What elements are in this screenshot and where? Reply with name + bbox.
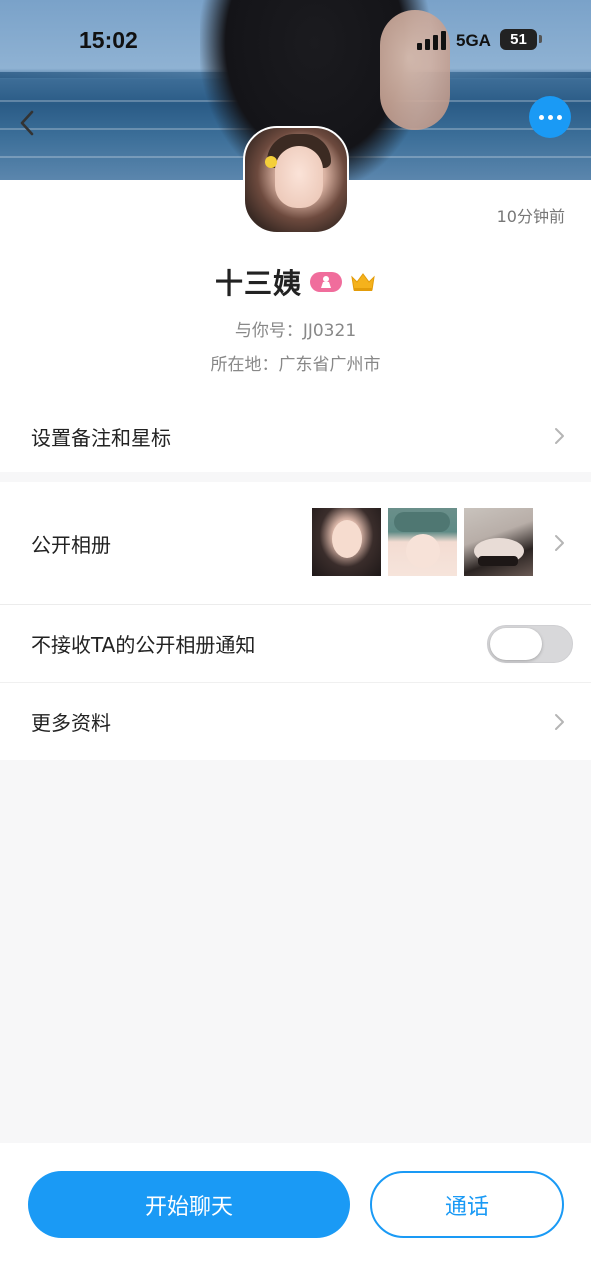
- chevron-right-icon: [555, 713, 564, 730]
- bottom-action-bar: 开始聊天 通话: [0, 1143, 591, 1280]
- battery-nub: [539, 35, 542, 43]
- user-name: 十三姨: [214, 267, 302, 300]
- back-button[interactable]: [14, 106, 44, 140]
- avatar-flower: [265, 156, 277, 168]
- more-info-label: 更多资料: [31, 711, 111, 735]
- chevron-right-icon: [555, 428, 564, 444]
- gender-badge: [310, 272, 342, 292]
- profile-page: 15:02 5GA 51 10分钟前 十三姨 与你号：JJ0321 所在地：广东…: [0, 0, 591, 1280]
- thumb-face: [332, 520, 362, 558]
- avatar-face: [275, 146, 323, 208]
- female-icon: [321, 276, 331, 288]
- location-line: 所在地：广东省广州市: [210, 355, 381, 375]
- album-notify-toggle[interactable]: [487, 624, 573, 663]
- thumb-face: [406, 534, 440, 568]
- last-seen-text: 10分钟前: [496, 207, 565, 226]
- remark-star-row[interactable]: 设置备注和星标: [0, 400, 591, 472]
- battery-icon: 51: [500, 29, 537, 50]
- more-options-button[interactable]: [529, 96, 571, 138]
- album-notify-label: 不接收TA的公开相册通知: [31, 633, 256, 657]
- album-thumbnail[interactable]: [312, 508, 381, 576]
- cover-figure-arm: [380, 10, 450, 130]
- album-thumbnails: [312, 508, 533, 576]
- album-notify-row: 不接收TA的公开相册通知: [0, 604, 591, 682]
- user-id-line: 与你号：JJ0321: [234, 321, 357, 341]
- thumb-figure-dark: [478, 556, 518, 566]
- album-thumbnail[interactable]: [388, 508, 457, 576]
- start-chat-button[interactable]: 开始聊天: [28, 1171, 350, 1238]
- toggle-knob: [490, 627, 542, 660]
- status-time: 15:02: [79, 27, 138, 53]
- more-info-row[interactable]: 更多资料: [0, 682, 591, 760]
- signal-icon: [417, 30, 449, 50]
- remark-star-label: 设置备注和星标: [31, 425, 171, 450]
- network-type: 5GA: [456, 31, 491, 50]
- public-album-row[interactable]: 公开相册: [0, 482, 591, 604]
- album-thumbnail[interactable]: [464, 508, 533, 576]
- more-dot-icon: [556, 114, 562, 120]
- chevron-right-icon: [555, 535, 564, 551]
- avatar[interactable]: [243, 126, 349, 234]
- crown-icon: [351, 273, 375, 291]
- call-button[interactable]: 通话: [370, 1171, 564, 1238]
- thumb-cap: [394, 512, 450, 532]
- name-row: 十三姨: [0, 262, 591, 302]
- chevron-left-icon: [20, 110, 34, 136]
- more-dot-icon: [547, 114, 553, 120]
- more-dot-icon: [538, 114, 544, 120]
- public-album-label: 公开相册: [31, 532, 111, 557]
